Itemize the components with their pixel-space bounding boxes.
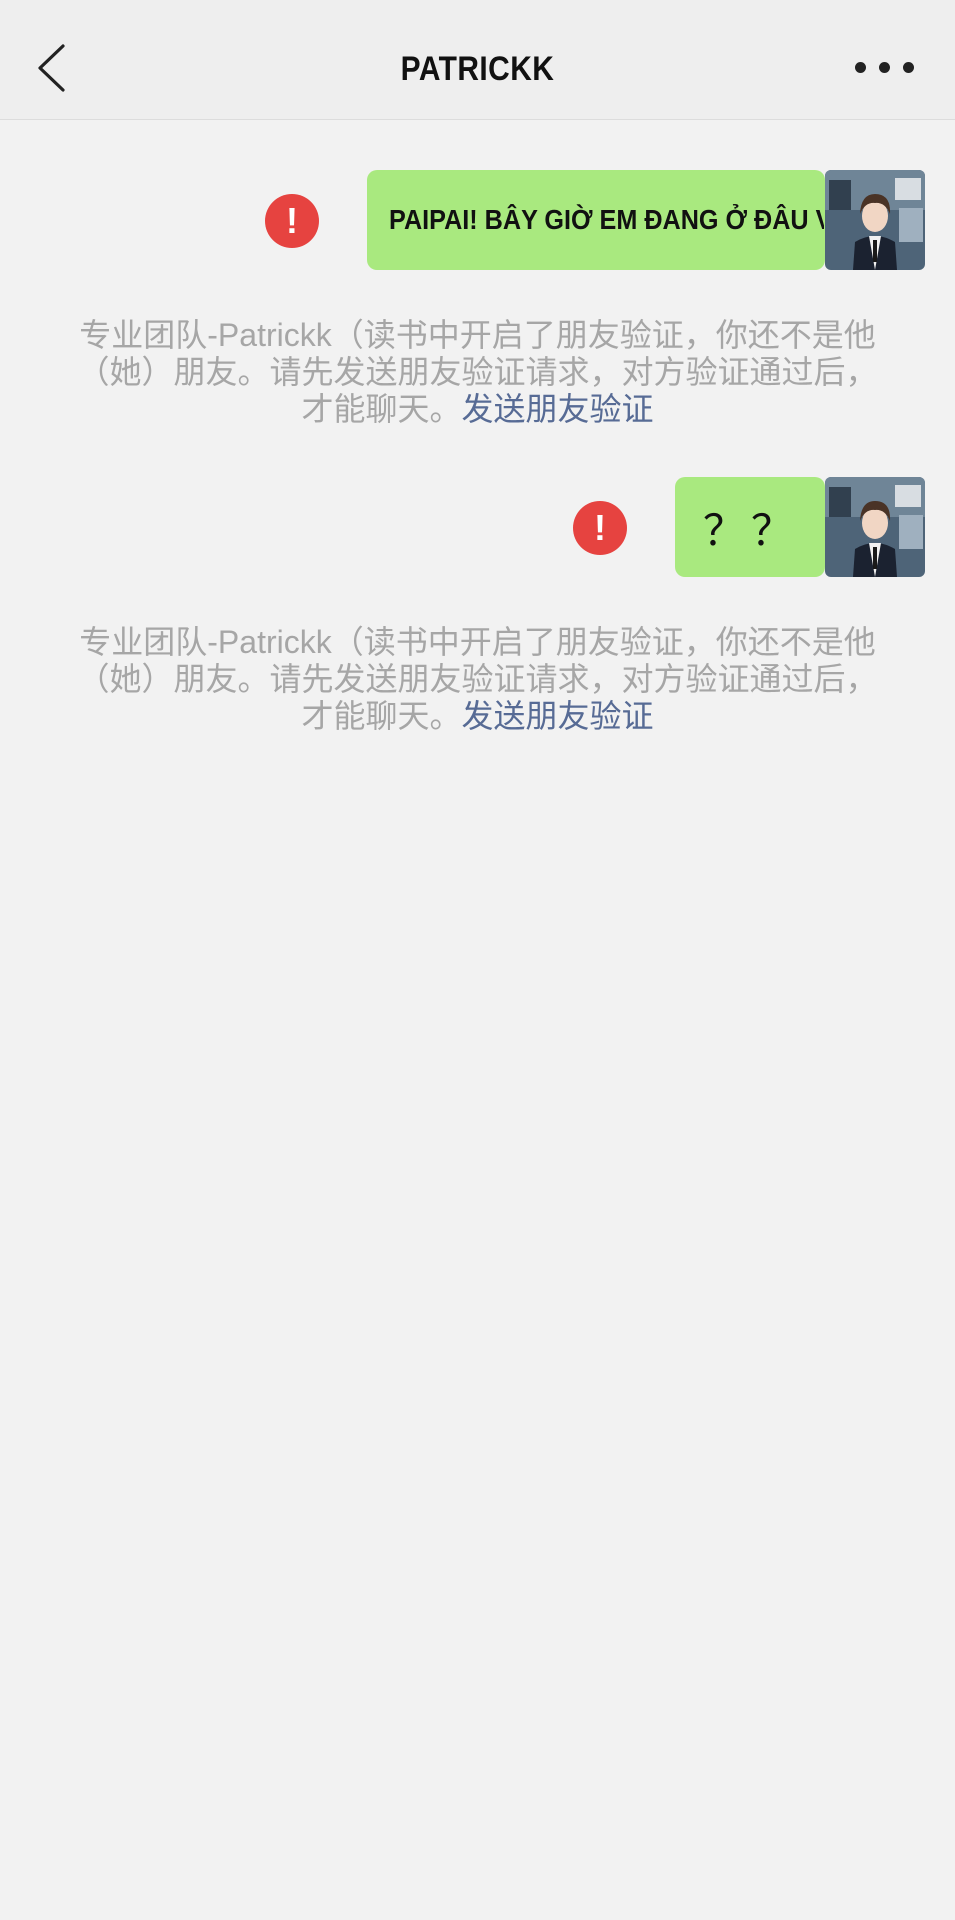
message-bubble[interactable]: ？？ xyxy=(675,477,838,577)
send-verification-link[interactable]: 发送朋友验证 xyxy=(462,698,654,734)
message-text: ？？ xyxy=(703,506,800,554)
message-row: ! PAIPAI! BÂY GIỜ EM ĐANG Ở ĐÂU VẬY? xyxy=(0,170,955,270)
message-text: PAIPAI! BÂY GIỜ EM ĐANG Ở ĐÂU VẬY? xyxy=(389,204,883,235)
more-horizontal-icon[interactable] xyxy=(855,62,866,73)
message-bubble[interactable]: PAIPAI! BÂY GIỜ EM ĐANG Ở ĐÂU VẬY? xyxy=(367,170,883,270)
avatar-image xyxy=(825,170,925,270)
friend-verification-notice: 专业团队-Patrickk（读书中开启了朋友验证，你还不是他（她）朋友。请先发送… xyxy=(70,624,885,735)
navigation-bar: PATRICKK xyxy=(0,0,955,120)
chat-title: PATRICKK xyxy=(400,50,555,88)
send-failed-icon[interactable]: ! xyxy=(265,194,319,248)
send-failed-icon[interactable]: ! xyxy=(573,501,627,555)
more-options-button[interactable] xyxy=(855,52,915,82)
more-horizontal-icon[interactable] xyxy=(903,62,914,73)
message-row: ! ？？ xyxy=(0,477,955,577)
friend-verification-notice: 专业团队-Patrickk（读书中开启了朋友验证，你还不是他（她）朋友。请先发送… xyxy=(70,317,885,428)
avatar-image xyxy=(825,477,925,577)
more-horizontal-icon[interactable] xyxy=(879,62,890,73)
send-verification-link[interactable]: 发送朋友验证 xyxy=(462,391,654,427)
avatar[interactable] xyxy=(825,170,925,270)
avatar[interactable] xyxy=(825,477,925,577)
